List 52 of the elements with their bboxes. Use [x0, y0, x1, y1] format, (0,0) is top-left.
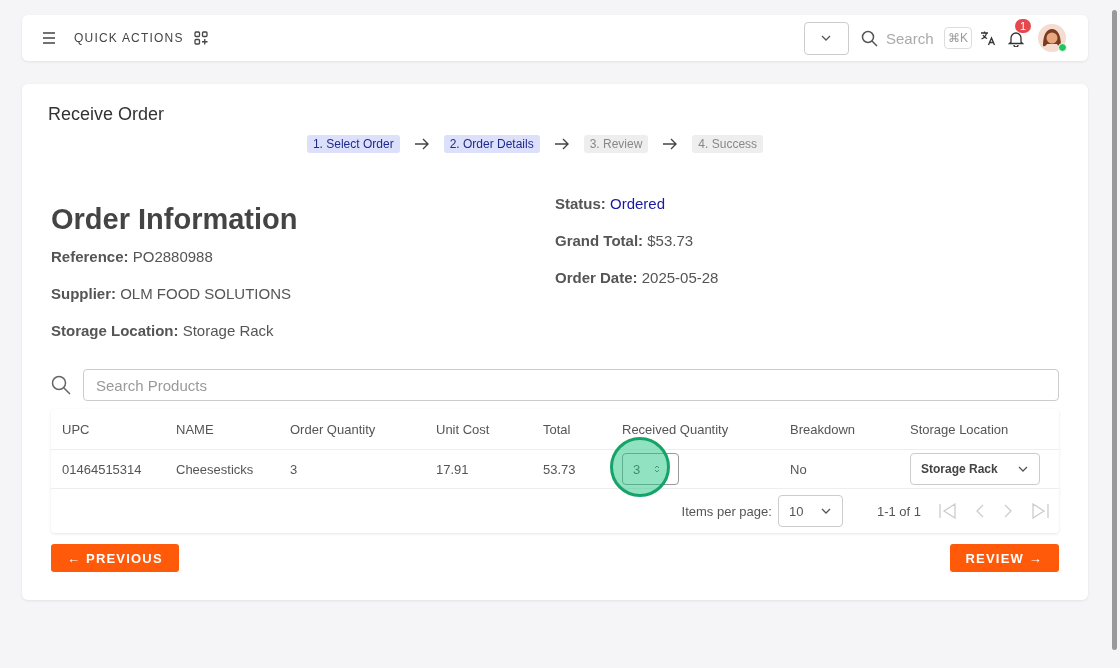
- info-field: Reference: PO2880988: [51, 248, 555, 265]
- dropdown-button[interactable]: [804, 21, 849, 55]
- column-header[interactable]: Breakdown: [790, 421, 910, 437]
- table-cell-text: 01464515314: [62, 461, 143, 477]
- notification-badge: 1: [1015, 18, 1032, 33]
- scrollbar[interactable]: [1112, 10, 1117, 650]
- info-field: Order Date: 2025-05-28: [555, 269, 1059, 286]
- table-cell-text: 53.73: [543, 461, 577, 477]
- step-chip[interactable]: 2. Order Details: [443, 135, 540, 153]
- column-header[interactable]: Received Quantity: [622, 421, 790, 437]
- arrow-icon: [413, 138, 430, 150]
- storage-location-dropdown[interactable]: Storage Rack: [910, 453, 1040, 485]
- column-header[interactable]: UPC: [62, 421, 176, 437]
- previous-page-icon[interactable]: [975, 504, 985, 518]
- menu-icon[interactable]: [42, 32, 56, 44]
- section-heading: Order Information: [51, 203, 299, 236]
- arrow-icon: [662, 138, 679, 150]
- page-title: Receive Order: [48, 104, 166, 125]
- table-cell-text: Cheesesticks: [176, 461, 255, 477]
- chevron-down-icon: [819, 507, 832, 515]
- search-icon[interactable]: [861, 29, 878, 47]
- items-per-page-dropdown[interactable]: 10: [777, 495, 843, 527]
- quick-actions-label[interactable]: QUICK ACTIONS: [74, 31, 184, 45]
- chevron-down-icon: [820, 34, 833, 42]
- table-cell-text: No: [790, 461, 808, 477]
- translate-icon[interactable]: [980, 30, 996, 46]
- avatar[interactable]: [1038, 24, 1066, 52]
- info-field: Status: Ordered: [555, 195, 1059, 212]
- shortcut-key: ⌘K: [944, 27, 972, 49]
- search-icon: [51, 375, 71, 395]
- column-header[interactable]: Total: [543, 421, 622, 437]
- items-per-page-label: Items per page:: [681, 503, 772, 519]
- chevron-down-icon: [1017, 465, 1029, 473]
- column-header[interactable]: NAME: [176, 421, 290, 437]
- column-header[interactable]: Storage Location: [910, 421, 1059, 437]
- info-field: Storage Location: Storage Rack: [51, 322, 555, 339]
- info-field: Grand Total: $53.73: [555, 232, 1059, 249]
- table-cell-text: 3: [290, 461, 299, 477]
- apps-add-icon[interactable]: [193, 31, 208, 45]
- last-page-icon[interactable]: [1031, 503, 1049, 519]
- next-page-icon[interactable]: [1003, 504, 1013, 518]
- step-chip[interactable]: 1. Select Order: [306, 135, 400, 153]
- page-range: 1-1 of 1: [876, 503, 921, 519]
- bell-icon[interactable]: [1008, 29, 1024, 47]
- table-cell-text: 17.91: [436, 461, 470, 477]
- search-field[interactable]: Search Products: [83, 369, 1059, 401]
- first-page-icon[interactable]: [939, 503, 957, 519]
- column-header[interactable]: Unit Cost: [436, 421, 543, 437]
- column-header[interactable]: Order Quantity: [290, 421, 436, 437]
- spinner-arrows-icon[interactable]: [654, 464, 661, 474]
- info-field: Supplier: OLM FOOD SOLUTIONS: [51, 285, 555, 302]
- arrow-icon: [553, 138, 570, 150]
